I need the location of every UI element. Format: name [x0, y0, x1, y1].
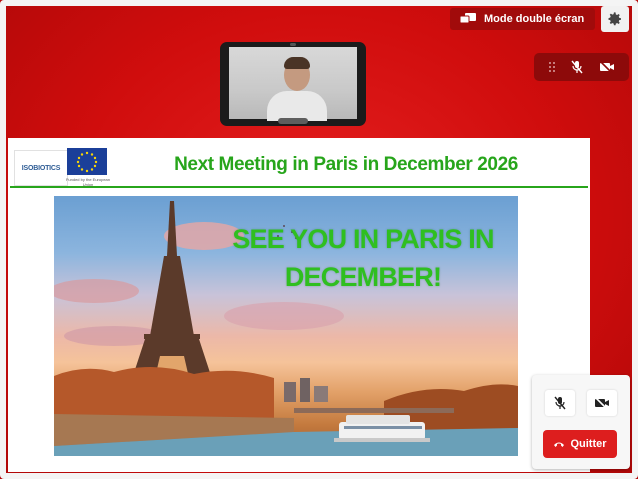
camera-off-icon: [594, 397, 610, 409]
isobiotics-logo: ISOBIOTICS: [14, 150, 68, 186]
mic-off-icon[interactable]: [571, 60, 584, 74]
participant-body: [267, 91, 327, 121]
tile-indicator: [278, 118, 308, 124]
gear-icon: [607, 11, 623, 27]
drag-handle-icon[interactable]: [548, 61, 556, 73]
shared-slide: ISOBIOTICS Funded by the European Union …: [8, 138, 590, 472]
title-divider: [10, 186, 588, 188]
self-view-controls: [534, 53, 629, 81]
quit-call-button[interactable]: Quitter: [543, 430, 617, 458]
mute-button[interactable]: [545, 390, 575, 416]
camera-indicator: [290, 43, 296, 46]
overlay-line-1: SEE YOU IN PARIS IN: [232, 224, 494, 254]
logo-text: ISOBIOTICS: [21, 164, 61, 172]
eu-flag-logo: [67, 148, 107, 175]
mic-off-icon: [554, 396, 566, 410]
participant-hair: [284, 57, 310, 69]
slide-title: Next Meeting in Paris in December 2026: [174, 154, 518, 175]
quit-label: Quitter: [570, 438, 607, 450]
dual-screen-mode-button[interactable]: Mode double écran: [450, 8, 595, 30]
participant-video: [229, 47, 357, 121]
participant-video-tile[interactable]: [220, 42, 366, 126]
call-controls-panel: Quitter: [532, 375, 630, 469]
dual-screen-icon: [460, 13, 476, 25]
slide-overlay-text: SEE YOU IN PARIS IN DECEMBER!: [213, 220, 513, 296]
camera-off-icon[interactable]: [599, 61, 615, 73]
camera-toggle-button[interactable]: [587, 390, 617, 416]
hang-up-icon: [553, 440, 565, 448]
dual-screen-label: Mode double écran: [484, 13, 585, 25]
overlay-line-2: DECEMBER!: [284, 262, 442, 292]
settings-button[interactable]: [601, 6, 629, 32]
